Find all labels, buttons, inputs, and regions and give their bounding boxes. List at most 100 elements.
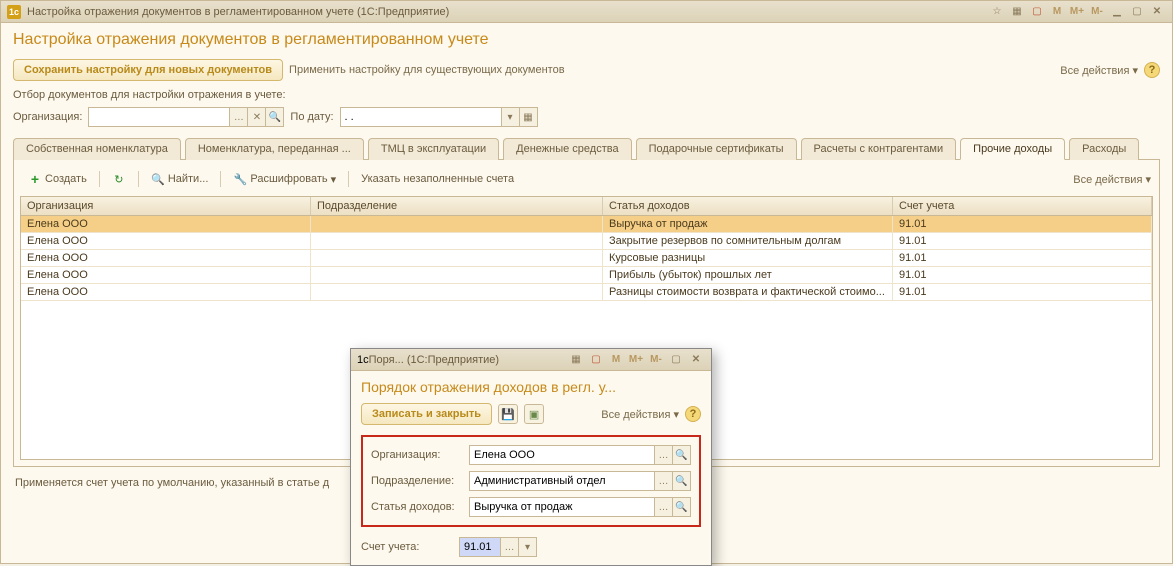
tb-tool-star-icon[interactable]: ☆ [988, 4, 1006, 20]
dialog-titlebar: 1c Поря... (1С:Предприятие) ▦ ▢ M M+ M- … [351, 349, 711, 371]
ext-icon[interactable]: ▣ [524, 404, 544, 424]
tab-transferred-nomenclature[interactable]: Номенклатура, переданная ... [185, 138, 364, 160]
cell-acc: 91.01 [893, 216, 1152, 232]
panel-all-actions-dropdown[interactable]: Все действия ▾ [1073, 173, 1151, 186]
col-org[interactable]: Организация [21, 197, 311, 215]
tb-tool-calendar-icon[interactable]: ▢ [1028, 4, 1046, 20]
col-acc[interactable]: Счет учета [893, 197, 1152, 215]
grid-header: Организация Подразделение Статья доходов… [21, 197, 1152, 216]
dlg-org-ellipsis-icon[interactable]: … [654, 446, 672, 464]
dlg-help-icon[interactable]: ? [685, 406, 701, 422]
panel-toolbar: +Создать ↻ 🔍Найти... 🔧Расшифровать ▾ Ука… [20, 166, 1153, 192]
cell-org: Елена ООО [21, 216, 311, 232]
dlg-acc-ellipsis-icon[interactable]: … [500, 538, 518, 556]
cell-org: Елена ООО [21, 267, 311, 283]
tab-other-income[interactable]: Прочие доходы [960, 138, 1065, 160]
org-clear-icon[interactable]: ✕ [247, 108, 265, 126]
all-actions-dropdown[interactable]: Все действия ▾ [1060, 64, 1138, 77]
tb-mminus-button[interactable]: M- [1088, 4, 1106, 20]
col-art[interactable]: Статья доходов [603, 197, 893, 215]
dlg-art-search-icon[interactable]: 🔍 [672, 498, 690, 516]
dialog-content: Порядок отражения доходов в регл. у... З… [351, 371, 711, 565]
dlg-dep-search-icon[interactable]: 🔍 [672, 472, 690, 490]
dlg-art-ellipsis-icon[interactable]: … [654, 498, 672, 516]
decrypt-button[interactable]: 🔧Расшифровать ▾ [227, 170, 342, 188]
dlg-acc-label: Счет учета: [361, 541, 453, 553]
dlg-acc-input[interactable] [460, 538, 500, 556]
find-button[interactable]: 🔍Найти... [145, 170, 215, 188]
org-search-icon[interactable]: 🔍 [265, 108, 283, 126]
date-calendar-icon[interactable]: ▦ [519, 108, 537, 126]
table-row[interactable]: Елена ООО Выручка от продаж91.01 [21, 216, 1152, 233]
tab-expenses[interactable]: Расходы [1069, 138, 1139, 160]
unfilled-button[interactable]: Указать незаполненные счета [355, 171, 520, 187]
refresh-icon: ↻ [112, 172, 126, 186]
dlg-mminus-button[interactable]: M- [647, 352, 665, 368]
dlg-close-button[interactable]: ✕ [687, 352, 705, 368]
table-row[interactable]: Елена ОООКурсовые разницы91.01 [21, 250, 1152, 267]
maximize-button[interactable]: ▢ [1128, 4, 1146, 20]
minimize-button[interactable]: ▁ [1108, 4, 1126, 20]
tab-tmc[interactable]: ТМЦ в эксплуатации [368, 138, 499, 160]
create-button[interactable]: +Создать [22, 170, 93, 188]
tb-tool-grid-icon[interactable]: ▦ [1008, 4, 1026, 20]
page-title: Настройка отражения документов в регламе… [13, 31, 1160, 49]
org-label: Организация: [13, 111, 82, 123]
cell-dep [311, 267, 603, 283]
cell-art: Курсовые разницы [603, 250, 893, 266]
hammer-icon: 🔧 [233, 172, 247, 186]
dlg-dep-label: Подразделение: [371, 475, 463, 487]
account-row: Счет учета: … ▾ [361, 537, 701, 557]
dlg-all-actions-dropdown[interactable]: Все действия ▾ [601, 408, 679, 421]
apply-existing-link[interactable]: Применить настройку для существующих док… [289, 64, 565, 76]
window-title: Настройка отражения документов в регламе… [27, 6, 988, 18]
cell-acc: 91.01 [893, 284, 1152, 300]
tb-m-button[interactable]: M [1048, 4, 1066, 20]
dlg-art-input[interactable] [470, 498, 654, 516]
table-row[interactable]: Елена ОООПрибыль (убыток) прошлых лет91.… [21, 267, 1152, 284]
table-row[interactable]: Елена ОООРазницы стоимости возврата и фа… [21, 284, 1152, 301]
dlg-m-button[interactable]: M [607, 352, 625, 368]
tab-own-nomenclature[interactable]: Собственная номенклатура [13, 138, 181, 160]
date-input[interactable] [341, 108, 501, 126]
titlebar-tools: ☆ ▦ ▢ M M+ M- ▁ ▢ ✕ [988, 4, 1166, 20]
cell-art: Выручка от продаж [603, 216, 893, 232]
cell-org: Елена ООО [21, 284, 311, 300]
date-label: По дату: [290, 111, 333, 123]
dlg-acc-dropdown-icon[interactable]: ▾ [518, 538, 536, 556]
cell-art: Закрытие резервов по сомнительным долгам [603, 233, 893, 249]
dialog-toolbar: Записать и закрыть 💾 ▣ Все действия ▾ ? [361, 403, 701, 425]
save-icon[interactable]: 💾 [498, 404, 518, 424]
dialog-heading: Порядок отражения доходов в регл. у... [361, 379, 701, 395]
tabs: Собственная номенклатура Номенклатура, п… [13, 137, 1160, 160]
dlg-dep-ellipsis-icon[interactable]: … [654, 472, 672, 490]
org-input[interactable] [89, 108, 229, 126]
dlg-mplus-button[interactable]: M+ [627, 352, 645, 368]
date-dropdown-icon[interactable]: ▾ [501, 108, 519, 126]
dlg-org-input[interactable] [470, 446, 654, 464]
table-row[interactable]: Елена ОООЗакрытие резервов по сомнительн… [21, 233, 1152, 250]
tb-mplus-button[interactable]: M+ [1068, 4, 1086, 20]
close-button[interactable]: ✕ [1148, 4, 1166, 20]
dlg-maximize-button[interactable]: ▢ [667, 352, 685, 368]
tab-gift-certs[interactable]: Подарочные сертификаты [636, 138, 797, 160]
dlg-calendar-icon[interactable]: ▢ [587, 352, 605, 368]
plus-icon: + [28, 172, 42, 186]
cell-dep [311, 216, 603, 232]
refresh-button[interactable]: ↻ [106, 170, 132, 188]
dlg-dep-input[interactable] [470, 472, 654, 490]
org-ellipsis-icon[interactable]: … [229, 108, 247, 126]
field-box: Организация: … 🔍 Подразделение: … 🔍 Стат… [361, 435, 701, 527]
save-new-button[interactable]: Сохранить настройку для новых документов [13, 59, 283, 81]
col-dep[interactable]: Подразделение [311, 197, 603, 215]
cell-art: Прибыль (убыток) прошлых лет [603, 267, 893, 283]
search-icon: 🔍 [151, 172, 165, 186]
tab-counterparty[interactable]: Расчеты с контрагентами [801, 138, 957, 160]
save-close-button[interactable]: Записать и закрыть [361, 403, 492, 425]
tab-cash[interactable]: Денежные средства [503, 138, 631, 160]
cell-org: Елена ООО [21, 250, 311, 266]
help-icon[interactable]: ? [1144, 62, 1160, 78]
titlebar: 1c Настройка отражения документов в регл… [1, 1, 1172, 23]
dlg-org-search-icon[interactable]: 🔍 [672, 446, 690, 464]
dlg-grid-icon[interactable]: ▦ [567, 352, 585, 368]
